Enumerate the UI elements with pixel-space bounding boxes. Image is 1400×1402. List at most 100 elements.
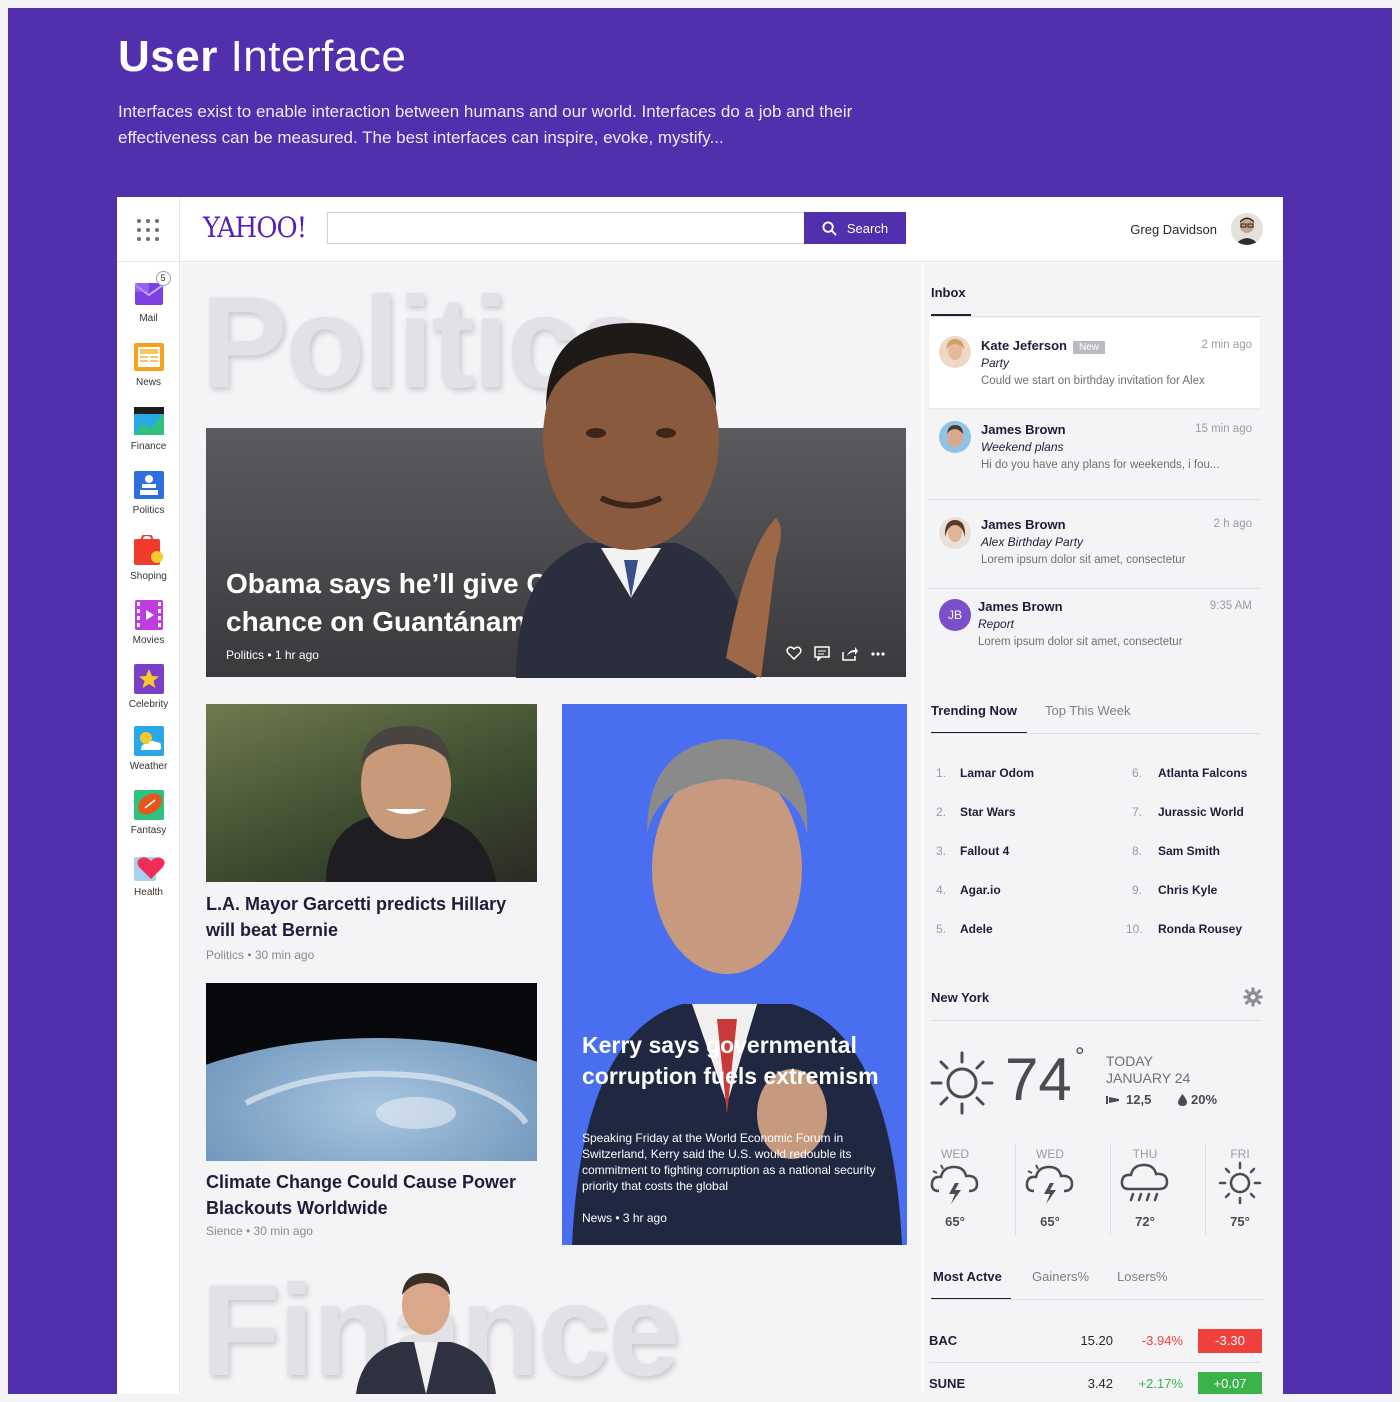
sidebar-item-label: Mail bbox=[139, 313, 158, 324]
kerry-article-summary: Speaking Friday at the World Economic Fo… bbox=[582, 1131, 876, 1193]
inbox-message[interactable]: James Brown Weekend plans Hi do you have… bbox=[929, 409, 1260, 499]
trending-divider bbox=[931, 733, 1261, 734]
climate-article-title[interactable]: Climate Change Could Cause Power Blackou… bbox=[206, 1169, 537, 1221]
sidebar-item-label: News bbox=[135, 377, 161, 388]
tab-top-this-week[interactable]: Top This Week bbox=[1045, 703, 1131, 718]
stock-symbol: BAC bbox=[929, 1333, 958, 1348]
finance-article-photo[interactable] bbox=[356, 1267, 496, 1394]
like-icon[interactable] bbox=[786, 646, 802, 664]
trending-item[interactable]: 8. Sam Smith bbox=[1132, 844, 1220, 858]
search-button[interactable]: Search bbox=[804, 212, 906, 244]
sidebar-item-celebrity[interactable]: Celebrity bbox=[117, 663, 180, 710]
avatar bbox=[939, 517, 971, 549]
sidebar-item-weather[interactable]: Weather bbox=[117, 725, 180, 772]
climate-photo[interactable] bbox=[181, 983, 696, 1388]
message-subject: Party bbox=[981, 356, 1010, 370]
more-icon[interactable] bbox=[870, 646, 886, 664]
weather-date: JANUARY 24 bbox=[1106, 1070, 1191, 1086]
rain-icon bbox=[1120, 1163, 1169, 1202]
forecast-day: FRI 75° bbox=[1210, 1147, 1270, 1229]
message-preview: Hi do you have any plans for weekends, i… bbox=[981, 459, 1220, 471]
garcetti-article-meta: Politics • 30 min ago bbox=[206, 948, 315, 962]
kerry-article[interactable]: Kerry says governmental corruption fuels… bbox=[562, 704, 907, 1245]
shopping-icon bbox=[133, 533, 165, 567]
user-avatar[interactable] bbox=[1231, 213, 1263, 245]
inbox-message[interactable]: JB James Brown Report Lorem ipsum dolor … bbox=[929, 589, 1260, 679]
garcetti-photo[interactable] bbox=[206, 704, 537, 882]
trending-item[interactable]: 4. Agar.io bbox=[936, 883, 1001, 897]
weather-city[interactable]: New York bbox=[931, 990, 989, 1005]
sidebar-item-finance[interactable]: Finance bbox=[117, 405, 180, 452]
sidebar-item-movies[interactable]: Movies bbox=[117, 599, 180, 646]
trending-item[interactable]: 10. Ronda Rousey bbox=[1126, 922, 1242, 936]
tab-losers[interactable]: Losers% bbox=[1117, 1269, 1168, 1284]
sidebar-item-label: Finance bbox=[130, 441, 167, 452]
message-preview: Lorem ipsum dolor sit amet, consectetur bbox=[981, 554, 1186, 566]
message-sender: James Brown bbox=[981, 517, 1066, 532]
trending-item[interactable]: 9. Chris Kyle bbox=[1132, 883, 1217, 897]
sun-icon bbox=[929, 1050, 995, 1121]
stock-row[interactable]: SUNE 3.42 +2.17% +0.07 bbox=[923, 1370, 1262, 1394]
storm-icon bbox=[1025, 1164, 1074, 1204]
stock-change: +0.07 bbox=[1198, 1372, 1262, 1394]
forecast-day: THU 72° bbox=[1115, 1147, 1175, 1229]
weather-icon bbox=[133, 725, 165, 757]
message-sender: Kate Jeferson New bbox=[981, 338, 1105, 354]
inbox-divider bbox=[929, 499, 1260, 500]
sidebar-item-mail[interactable]: 5 Mail bbox=[117, 271, 180, 324]
sidebar-item-shopping[interactable]: Shoping bbox=[117, 533, 180, 582]
trending-item[interactable]: 1. Lamar Odom bbox=[936, 766, 1034, 780]
message-sender: James Brown bbox=[981, 422, 1066, 437]
sidebar-item-news[interactable]: News bbox=[117, 341, 180, 388]
forecast-divider bbox=[1205, 1143, 1206, 1235]
message-time: 15 min ago bbox=[1195, 423, 1252, 435]
message-preview: Could we start on birthday invitation fo… bbox=[981, 375, 1205, 387]
sidebar-item-label: Shoping bbox=[130, 571, 167, 582]
inbox-divider bbox=[929, 316, 1260, 317]
message-sender: James Brown bbox=[978, 599, 1063, 614]
search-input[interactable] bbox=[327, 212, 805, 244]
kerry-article-title[interactable]: Kerry says governmental corruption fuels… bbox=[582, 1030, 892, 1092]
yahoo-logo[interactable]: YAHOO! bbox=[203, 211, 307, 244]
stock-percent: +2.17% bbox=[1138, 1376, 1183, 1391]
comment-icon[interactable] bbox=[814, 646, 830, 664]
featured-article-meta: Politics • 1 hr ago bbox=[226, 648, 319, 662]
storm-icon bbox=[930, 1164, 979, 1204]
trending-item[interactable]: 6. Atlanta Falcons bbox=[1132, 766, 1247, 780]
sidebar-item-politics[interactable]: Politics bbox=[117, 469, 180, 516]
inbox-message[interactable]: Kate Jeferson New Party Could we start on… bbox=[929, 318, 1260, 408]
stock-price: 3.42 bbox=[1087, 1376, 1113, 1391]
inbox-title[interactable]: Inbox bbox=[931, 285, 966, 300]
weather-divider bbox=[931, 1020, 1261, 1021]
search-button-label: Search bbox=[846, 220, 889, 236]
message-subject: Weekend plans bbox=[981, 440, 1064, 454]
sidebar-item-health[interactable]: Health bbox=[117, 851, 180, 898]
garcetti-article-title[interactable]: L.A. Mayor Garcetti predicts Hillary wil… bbox=[206, 891, 537, 943]
health-icon bbox=[133, 851, 165, 883]
share-icon[interactable] bbox=[842, 646, 858, 664]
user-name[interactable]: Greg Davidson bbox=[1130, 222, 1217, 237]
stock-divider bbox=[929, 1362, 1261, 1363]
sidebar-item-fantasy[interactable]: Fantasy bbox=[117, 789, 180, 836]
hero-title-bold: User bbox=[118, 32, 218, 81]
inbox-message[interactable]: James Brown Alex Birthday Party Lorem ip… bbox=[929, 505, 1260, 595]
politics-icon bbox=[133, 469, 165, 501]
wind-icon bbox=[1106, 1095, 1119, 1104]
tab-most-active[interactable]: Most Actve bbox=[933, 1269, 1002, 1284]
stock-row[interactable]: BAC 15.20 -3.94% -3.30 bbox=[923, 1327, 1262, 1357]
search-icon bbox=[822, 220, 837, 236]
avatar-initials: JB bbox=[939, 599, 971, 631]
tab-trending-now[interactable]: Trending Now bbox=[931, 703, 1017, 718]
stock-change: -3.30 bbox=[1198, 1329, 1262, 1353]
message-time: 9:35 AM bbox=[1209, 600, 1252, 612]
trending-item[interactable]: 7. Jurassic World bbox=[1132, 805, 1244, 819]
apps-grid-button[interactable] bbox=[117, 197, 180, 262]
temperature-degree: ° bbox=[1075, 1043, 1085, 1070]
tab-gainers[interactable]: Gainers% bbox=[1032, 1269, 1089, 1284]
gear-icon[interactable] bbox=[1243, 987, 1263, 1012]
forecast-divider bbox=[1015, 1143, 1016, 1235]
trending-item[interactable]: 5. Adele bbox=[936, 922, 993, 936]
trending-item[interactable]: 3. Fallout 4 bbox=[936, 844, 1009, 858]
trending-item[interactable]: 2. Star Wars bbox=[936, 805, 1016, 819]
message-preview: Lorem ipsum dolor sit amet, consectetur bbox=[978, 636, 1183, 648]
